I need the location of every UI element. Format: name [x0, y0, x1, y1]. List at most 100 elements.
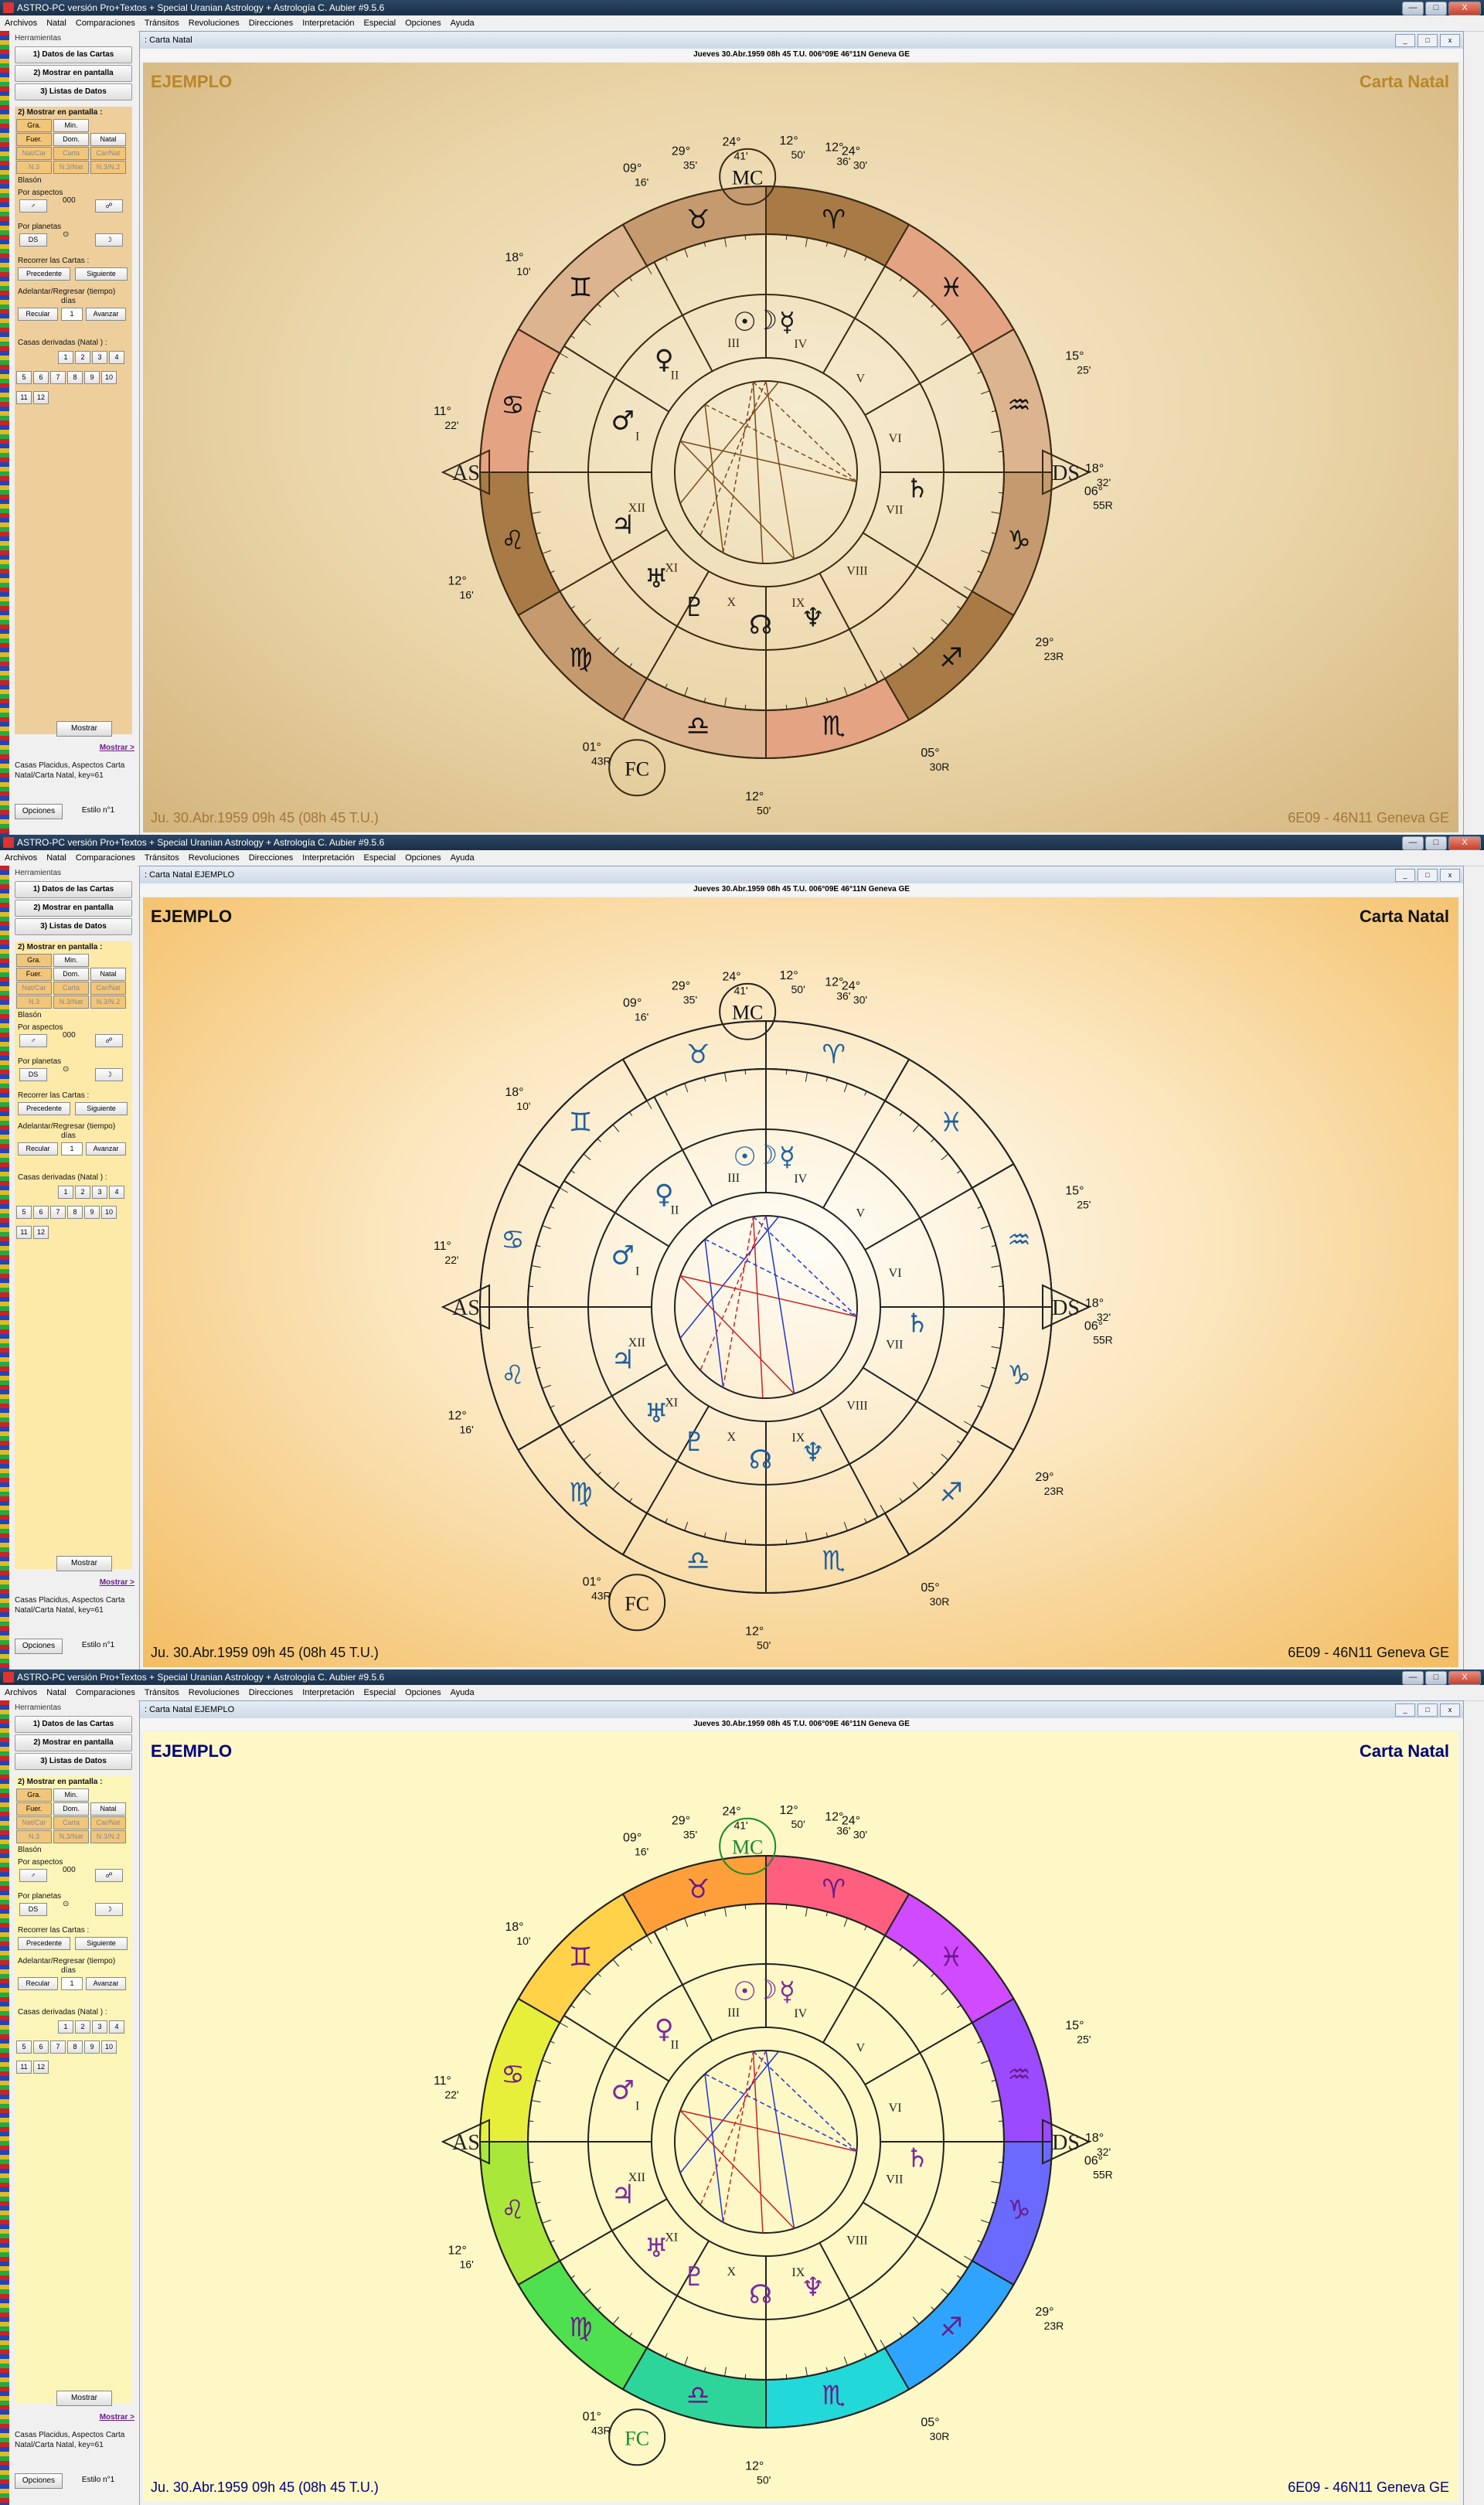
mostrar-pantalla-button[interactable]: 2) Mostrar en pantalla	[15, 900, 132, 917]
natal-wheel[interactable]: ♈♉♊♋♌♍♎ ♏♐♑♒♓IIIIII IVVVIVIIVIIIIXXXIXIIAS…	[143, 897, 1458, 1667]
min-button[interactable]: Min.	[53, 1789, 89, 1802]
minimize-button[interactable]: —	[1402, 1671, 1424, 1685]
gra-button[interactable]: Gra.	[16, 954, 52, 967]
fuer-button[interactable]: Fuer.	[16, 968, 52, 981]
house-5-button[interactable]: 5	[16, 1206, 32, 1219]
close-button[interactable]: X	[1448, 1671, 1481, 1685]
aspect-opp-button[interactable]: ☍	[95, 1869, 123, 1882]
menu-especial[interactable]: Especial	[364, 853, 397, 863]
planet-glyph[interactable]: ♄	[906, 474, 929, 505]
datos-button[interactable]: 1) Datos de las Cartas	[15, 46, 132, 63]
menu-natal[interactable]: Natal	[46, 1688, 66, 1697]
menu-ayuda[interactable]: Ayuda	[451, 1688, 475, 1697]
planet-glyph[interactable]: ♄	[906, 2143, 929, 2174]
menu-transitos[interactable]: Tránsitos	[145, 853, 179, 863]
planet-sun-icon[interactable]: ⊙	[63, 230, 69, 239]
n3-button[interactable]: N.3	[16, 996, 52, 1009]
house-5-button[interactable]: 5	[16, 371, 32, 384]
siguiente-button[interactable]: Siguiente	[75, 1102, 128, 1115]
mostrar-pantalla-button[interactable]: 2) Mostrar en pantalla	[15, 65, 132, 82]
planet-glyph[interactable]: ♇	[682, 592, 706, 623]
chart-canvas[interactable]: EJEMPLO Carta Natal ♈ ♉ ♊ ♋ ♌ ♍ ♎ ♏ ♐ ♑ ♒ ♓ I II III IV…	[143, 63, 1458, 832]
house-2-button[interactable]: 2	[75, 2020, 90, 2034]
planet-glyph[interactable]: ♂	[611, 2075, 635, 2106]
house-11-button[interactable]: 11	[16, 2061, 32, 2074]
recular-button[interactable]: Recular	[18, 1977, 58, 1990]
house-7-button[interactable]: 7	[50, 1206, 66, 1219]
menu-archivos[interactable]: Archivos	[5, 19, 37, 28]
menu-comparaciones[interactable]: Comparaciones	[76, 853, 135, 863]
planet-glyph[interactable]: ♂	[611, 1241, 635, 1271]
minimize-button[interactable]: —	[1402, 2, 1424, 15]
avanzar-button[interactable]: Avanzar	[86, 308, 126, 321]
house-3-button[interactable]: 3	[92, 351, 107, 364]
house-1-button[interactable]: 1	[58, 351, 73, 364]
n3n2-button[interactable]: N.3/N.2	[90, 1830, 126, 1843]
menu-archivos[interactable]: Archivos	[5, 853, 37, 863]
planet-glyph[interactable]: ☊	[749, 2279, 772, 2310]
natal-wheel[interactable]: ♈♉♊♋♌♍♎ ♏♐♑♒♓IIIIII IVVVIVIIVIIIIXXXIXIIAS…	[143, 1732, 1458, 2502]
n3nat-button[interactable]: N.3/Nat	[53, 1830, 89, 1843]
mostrar-link[interactable]: Mostrar >	[100, 2413, 134, 2422]
planet-glyph[interactable]: ♅	[645, 563, 668, 594]
house-12-button[interactable]: 12	[33, 391, 49, 404]
house-2-button[interactable]: 2	[75, 351, 90, 364]
days-input[interactable]: 1	[61, 308, 83, 321]
menu-natal[interactable]: Natal	[46, 19, 66, 28]
child-close-button[interactable]: x	[1440, 34, 1460, 47]
house-12-button[interactable]: 12	[33, 1226, 49, 1239]
listas-button[interactable]: 3) Listas de Datos	[15, 1753, 132, 1770]
child-minimize-button[interactable]: _	[1395, 1703, 1415, 1717]
planet-glyph[interactable]: ♆	[802, 2272, 825, 2302]
planet-glyph[interactable]: ♀	[655, 1179, 674, 1210]
planet-glyph[interactable]: ☽	[754, 305, 778, 336]
mostrar-pantalla-button[interactable]: 2) Mostrar en pantalla	[15, 1734, 132, 1751]
house-11-button[interactable]: 11	[16, 391, 32, 404]
n3-button[interactable]: N.3	[16, 1830, 52, 1843]
fuer-button[interactable]: Fuer.	[16, 1802, 52, 1816]
maximize-button[interactable]: □	[1425, 2, 1447, 15]
house-9-button[interactable]: 9	[84, 1206, 100, 1219]
planet-glyph[interactable]: ♂	[611, 406, 635, 437]
planet-glyph[interactable]: ☿	[779, 1976, 795, 2007]
n3nat-button[interactable]: N.3/Nat	[53, 161, 89, 174]
days-input[interactable]: 1	[61, 1977, 83, 1990]
house-4-button[interactable]: 4	[109, 1186, 124, 1199]
planet-glyph[interactable]: ☿	[779, 1142, 795, 1173]
avanzar-button[interactable]: Avanzar	[86, 1977, 126, 1990]
opciones-button[interactable]: Opciones	[15, 2473, 63, 2489]
avanzar-button[interactable]: Avanzar	[86, 1142, 126, 1155]
natcar-button[interactable]: Nat/Car	[16, 1816, 52, 1829]
siguiente-button[interactable]: Siguiente	[75, 1937, 128, 1950]
min-button[interactable]: Min.	[53, 954, 89, 967]
estilo-label[interactable]: Estilo n°1	[75, 2473, 121, 2487]
menu-natal[interactable]: Natal	[46, 853, 66, 863]
menu-interpretacion[interactable]: Interpretación	[302, 1688, 354, 1697]
planet-glyph[interactable]: ♅	[645, 1398, 668, 1429]
min-button[interactable]: Min.	[53, 119, 89, 132]
carta-button[interactable]: Carta	[53, 1816, 89, 1829]
house-7-button[interactable]: 7	[50, 2040, 66, 2054]
natcar-button[interactable]: Nat/Car	[16, 147, 52, 160]
siguiente-button[interactable]: Siguiente	[75, 267, 128, 281]
house-3-button[interactable]: 3	[92, 2020, 107, 2034]
aspect-conj-button[interactable]: ♂	[19, 199, 47, 213]
n3n2-button[interactable]: N.3/N.2	[90, 161, 126, 174]
planet-glyph[interactable]: ☊	[749, 1445, 772, 1475]
estilo-label[interactable]: Estilo n°1	[75, 1639, 121, 1652]
menu-transitos[interactable]: Tránsitos	[145, 1688, 179, 1697]
menu-ayuda[interactable]: Ayuda	[451, 19, 475, 28]
estilo-label[interactable]: Estilo n°1	[75, 804, 121, 818]
house-3-button[interactable]: 3	[92, 1186, 107, 1199]
mostrar-button[interactable]: Mostrar	[56, 2391, 112, 2406]
maximize-button[interactable]: □	[1425, 1671, 1447, 1685]
menu-especial[interactable]: Especial	[364, 1688, 397, 1697]
chart-canvas[interactable]: EJEMPLO Carta Natal ♈ ♉ ♊ ♋ ♌ ♍ ♎ ♏ ♐ ♑ ♒ ♓ I II III IV…	[143, 1732, 1458, 2502]
opciones-button[interactable]: Opciones	[15, 1639, 63, 1654]
chart-canvas[interactable]: EJEMPLO Carta Natal ♈ ♉ ♊ ♋ ♌ ♍ ♎ ♏ ♐ ♑ ♒ ♓ I II III IV…	[143, 897, 1458, 1667]
natal-button[interactable]: Natal	[90, 968, 126, 981]
aspect-conj-button[interactable]: ♂	[19, 1034, 47, 1047]
close-button[interactable]: X	[1448, 2, 1481, 15]
dom-button[interactable]: Dom.	[53, 133, 89, 146]
planet-glyph[interactable]: ☽	[754, 1140, 778, 1171]
